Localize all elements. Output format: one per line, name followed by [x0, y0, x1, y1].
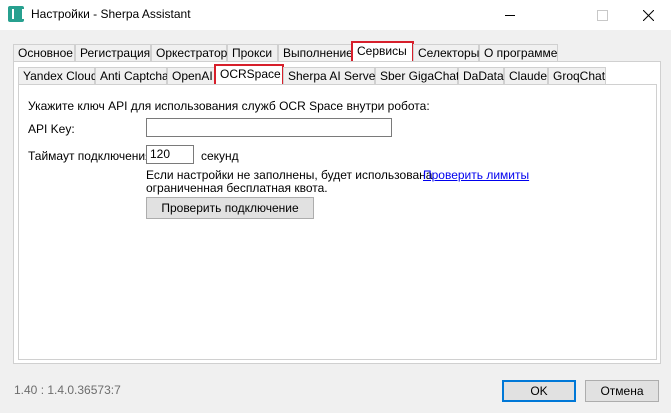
ok-button[interactable]: OK — [502, 380, 576, 402]
window-title: Настройки - Sherpa Assistant — [31, 7, 191, 21]
instruction-text: Укажите ключ API для использования служб… — [28, 99, 430, 113]
api-key-input[interactable] — [146, 118, 392, 137]
close-icon — [642, 9, 654, 21]
tab-services[interactable]: Сервисы — [351, 41, 414, 63]
minimize-button[interactable] — [487, 0, 533, 30]
timeout-label: Таймаут подключения: — [28, 149, 155, 163]
tab-ocrspace[interactable]: OCRSpace — [214, 64, 284, 86]
check-connection-button[interactable]: Проверить подключение — [146, 197, 314, 219]
close-button[interactable] — [625, 0, 671, 30]
timeout-input[interactable]: 120 — [146, 145, 194, 164]
cancel-button[interactable]: Отмена — [585, 380, 659, 402]
api-key-label: API Key: — [28, 122, 75, 136]
note-line-2: ограниченная бесплатная квота. — [146, 181, 328, 195]
timeout-unit-label: секунд — [201, 149, 239, 163]
maximize-button[interactable] — [579, 0, 625, 30]
note-line-1: Если настройки не заполнены, будет испол… — [146, 168, 433, 182]
check-limits-link[interactable]: Проверить лимиты — [423, 168, 529, 182]
title-bar: Настройки - Sherpa Assistant — [0, 0, 671, 30]
version-label: 1.40 : 1.4.0.36573:7 — [14, 383, 121, 397]
app-icon — [8, 6, 24, 22]
